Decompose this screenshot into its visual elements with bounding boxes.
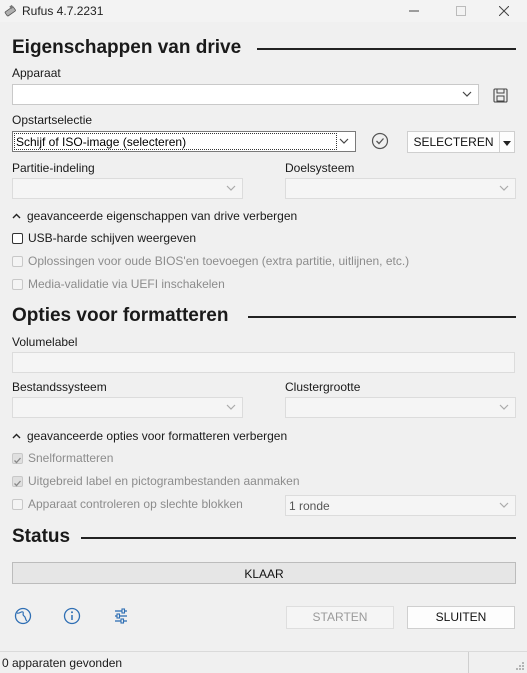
device-label: Apparaat xyxy=(12,66,61,80)
boot-selection-label: Opstartselectie xyxy=(12,113,93,127)
format-advanced-toggle-label: geavanceerde opties voor formatteren ver… xyxy=(27,429,288,443)
checkmark-icon xyxy=(14,480,21,486)
minimize-button[interactable] xyxy=(391,0,437,22)
chevron-down-icon xyxy=(226,404,236,410)
chevron-down-icon xyxy=(499,404,509,410)
quick-format-checkbox[interactable] xyxy=(12,452,23,464)
cluster-size-label: Clustergrootte xyxy=(285,380,361,394)
drive-advanced-toggle-label: geavanceerde eigenschappen van drive ver… xyxy=(27,209,298,223)
chevron-down-icon xyxy=(499,185,509,191)
status-heading: Status xyxy=(12,526,71,547)
globe-icon xyxy=(14,607,32,625)
status-divider xyxy=(468,652,469,673)
maximize-icon xyxy=(456,6,466,16)
format-options-heading: Opties voor formatteren xyxy=(12,305,229,326)
partition-scheme-label: Partitie-indeling xyxy=(12,161,95,175)
settings-sliders-icon xyxy=(115,608,127,624)
quick-format-option[interactable]: Snelformatteren xyxy=(12,451,113,465)
usb-hdd-option[interactable]: USB-harde schijven weergeven xyxy=(12,231,196,245)
format-advanced-toggle[interactable]: geavanceerde opties voor formatteren ver… xyxy=(12,429,287,443)
close-icon xyxy=(499,6,509,16)
volume-label-input[interactable] xyxy=(12,352,515,373)
save-button[interactable] xyxy=(489,85,511,105)
select-split-button[interactable] xyxy=(499,131,515,153)
file-system-dropdown[interactable] xyxy=(12,397,243,418)
file-system-label: Bestandssysteem xyxy=(12,380,107,394)
volume-label-label: Volumelabel xyxy=(12,335,78,349)
settings-button[interactable] xyxy=(112,607,130,625)
cluster-size-dropdown[interactable] xyxy=(285,397,516,418)
boot-selection-dropdown[interactable]: Schijf of ISO-image (selecteren) xyxy=(12,131,356,152)
usb-drive-icon xyxy=(4,4,16,17)
boot-selection-value: Schijf of ISO-image (selecteren) xyxy=(16,135,187,149)
close-button[interactable]: SLUITEN xyxy=(407,606,515,629)
drive-properties-heading: Eigenschappen van drive xyxy=(12,37,242,58)
extended-label-label: Uitgebreid label en pictogrambestanden a… xyxy=(28,474,300,488)
uefi-validation-label: Media-validatie via UEFI inschakelen xyxy=(28,277,225,291)
uefi-validation-option[interactable]: Media-validatie via UEFI inschakelen xyxy=(12,277,225,291)
progress-text: KLAAR xyxy=(244,567,284,581)
bad-blocks-option[interactable]: Apparaat controleren op slechte blokken xyxy=(12,497,243,511)
chevron-up-icon xyxy=(12,433,21,438)
maximize-button[interactable] xyxy=(438,0,484,22)
old-bios-label: Oplossingen voor oude BIOS'en toevoegen … xyxy=(28,254,410,268)
save-icon xyxy=(492,87,508,103)
quick-format-label: Snelformatteren xyxy=(28,451,114,465)
bad-blocks-checkbox[interactable] xyxy=(12,498,23,510)
old-bios-checkbox[interactable] xyxy=(12,255,23,267)
about-button[interactable] xyxy=(63,607,81,625)
chevron-down-icon xyxy=(499,502,509,508)
passes-value: 1 ronde xyxy=(289,499,330,513)
checkmark-icon xyxy=(14,457,21,463)
language-button[interactable] xyxy=(14,607,32,625)
section-divider xyxy=(81,537,516,539)
caret-down-icon xyxy=(503,141,511,146)
status-bar: 0 apparaten gevonden xyxy=(0,651,527,673)
old-bios-option[interactable]: Oplossingen voor oude BIOS'en toevoegen … xyxy=(12,254,409,268)
extended-label-checkbox[interactable] xyxy=(12,475,23,487)
chevron-down-icon xyxy=(462,91,472,97)
window-title: Rufus 4.7.2231 xyxy=(22,4,104,18)
device-dropdown[interactable] xyxy=(12,84,479,105)
close-window-button[interactable] xyxy=(481,0,527,22)
extended-label-option[interactable]: Uitgebreid label en pictogrambestanden a… xyxy=(12,474,300,488)
section-divider xyxy=(257,48,516,50)
target-system-dropdown[interactable] xyxy=(285,178,516,199)
select-button[interactable]: SELECTEREN xyxy=(407,131,500,153)
title-bar: Rufus 4.7.2231 xyxy=(0,0,527,22)
device-count-text: 0 apparaten gevonden xyxy=(2,656,123,670)
bad-blocks-label: Apparaat controleren op slechte blokken xyxy=(28,497,243,511)
usb-hdd-checkbox[interactable] xyxy=(12,232,23,244)
chevron-up-icon xyxy=(12,213,21,218)
check-button[interactable] xyxy=(371,132,391,152)
chevron-down-icon xyxy=(226,185,236,191)
chevron-down-icon xyxy=(339,138,349,144)
partition-scheme-dropdown[interactable] xyxy=(12,178,243,199)
resize-grip-icon[interactable] xyxy=(515,661,525,671)
progress-bar: KLAAR xyxy=(12,562,516,584)
passes-dropdown[interactable]: 1 ronde xyxy=(285,495,516,516)
usb-hdd-label: USB-harde schijven weergeven xyxy=(28,231,197,245)
check-circle-icon xyxy=(371,132,389,150)
uefi-validation-checkbox[interactable] xyxy=(12,278,23,290)
section-divider xyxy=(248,316,516,318)
info-icon xyxy=(63,607,81,625)
drive-advanced-toggle[interactable]: geavanceerde eigenschappen van drive ver… xyxy=(12,209,297,223)
target-system-label: Doelsysteem xyxy=(285,161,355,175)
start-button[interactable]: STARTEN xyxy=(286,606,394,629)
minimize-icon xyxy=(409,10,419,12)
